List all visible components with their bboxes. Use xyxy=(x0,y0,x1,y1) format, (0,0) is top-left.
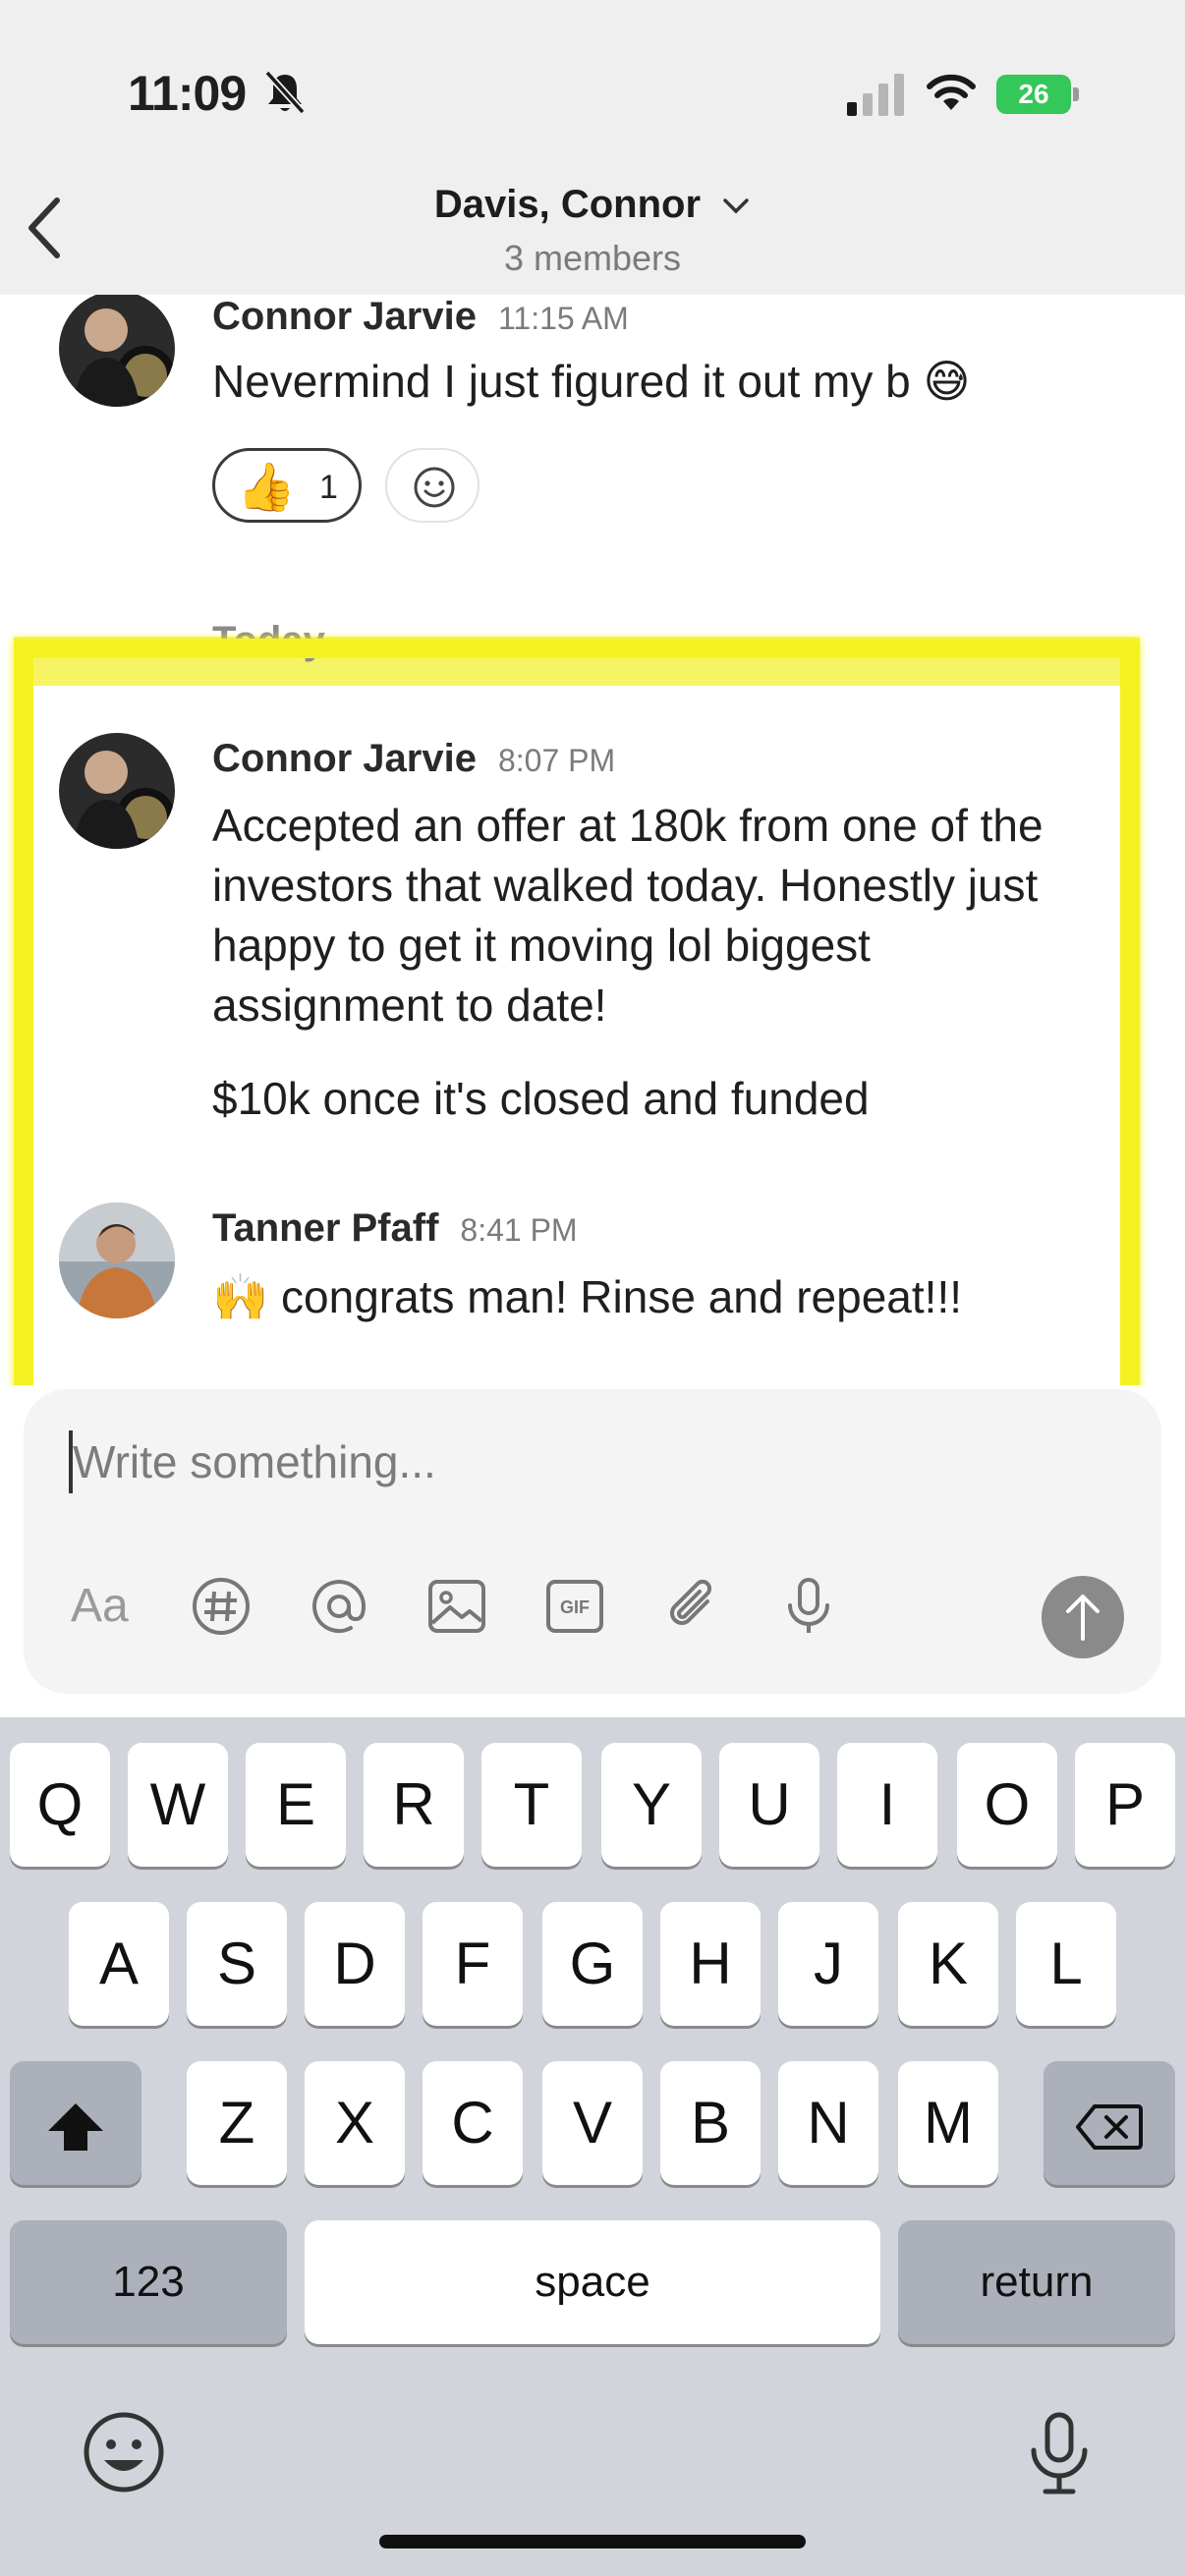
home-indicator[interactable] xyxy=(379,2535,806,2548)
key-q[interactable]: Q xyxy=(10,1743,110,1867)
message-list[interactable]: Connor Jarvie 11:15 AM Nevermind I just f… xyxy=(0,295,1185,1385)
message-text: Nevermind I just figured it out my b 😅 xyxy=(212,356,971,407)
message-text: 🙌 congrats man! Rinse and repeat!!! xyxy=(212,1271,962,1322)
gif-icon[interactable]: GIF xyxy=(540,1572,609,1641)
key-x[interactable]: X xyxy=(305,2061,405,2185)
thumbs-up-icon: 👍 xyxy=(237,462,296,514)
top-bar: 11:09 26 Davis, Connor 3 members xyxy=(0,0,1185,295)
message-text: $10k once it's closed and funded xyxy=(212,1073,870,1124)
cellular-signal-icon xyxy=(847,74,904,116)
key-d[interactable]: D xyxy=(305,1902,405,2026)
key-s[interactable]: S xyxy=(187,1902,287,2026)
message-input[interactable] xyxy=(73,1425,957,1499)
key-l[interactable]: L xyxy=(1016,1902,1116,2026)
emoji-keyboard-icon[interactable] xyxy=(83,2411,165,2493)
return-key[interactable]: return xyxy=(898,2220,1175,2344)
avatar[interactable] xyxy=(59,733,175,849)
battery-level: 26 xyxy=(996,75,1071,114)
message-time: 8:07 PM xyxy=(497,743,616,778)
image-icon[interactable] xyxy=(423,1572,491,1641)
key-j[interactable]: J xyxy=(778,1902,878,2026)
smiley-icon xyxy=(414,467,455,508)
shift-key[interactable] xyxy=(10,2061,141,2185)
key-c[interactable]: C xyxy=(423,2061,523,2185)
numbers-key[interactable]: 123 xyxy=(10,2220,287,2344)
chat-title-text: Davis, Connor xyxy=(433,183,702,226)
key-o[interactable]: O xyxy=(957,1743,1057,1867)
avatar[interactable] xyxy=(59,295,175,407)
reaction-pill[interactable]: 👍 1 xyxy=(212,448,362,523)
message-text: Accepted an offer at 180k from one of th… xyxy=(212,800,1044,1031)
key-a[interactable]: A xyxy=(69,1902,169,2026)
bell-off-icon xyxy=(264,70,306,115)
on-screen-keyboard: Q W E R T Y U I O P A S D F G H J K L Z … xyxy=(0,1717,1185,2576)
key-h[interactable]: H xyxy=(660,1902,761,2026)
highlight-band xyxy=(14,637,1140,686)
hashtag-icon[interactable] xyxy=(187,1572,255,1641)
key-f[interactable]: F xyxy=(423,1902,523,2026)
avatar[interactable] xyxy=(59,1203,175,1318)
arrow-up-icon xyxy=(1066,1595,1100,1641)
key-z[interactable]: Z xyxy=(187,2061,287,2185)
backspace-key[interactable] xyxy=(1044,2061,1175,2185)
format-button[interactable]: Aa xyxy=(71,1572,140,1641)
microphone-icon[interactable] xyxy=(774,1572,843,1641)
key-k[interactable]: K xyxy=(898,1902,998,2026)
message-sender: Connor Jarvie 11:15 AM xyxy=(212,295,629,338)
reaction-count: 1 xyxy=(319,469,338,506)
key-g[interactable]: G xyxy=(542,1902,643,2026)
message-sender: Tanner Pfaff 8:41 PM xyxy=(212,1206,578,1250)
message-sender: Connor Jarvie 8:07 PM xyxy=(212,737,616,780)
key-t[interactable]: T xyxy=(481,1743,582,1867)
key-w[interactable]: W xyxy=(128,1743,228,1867)
member-count: 3 members xyxy=(503,238,682,278)
dictation-icon[interactable] xyxy=(1018,2409,1100,2497)
date-divider: Today xyxy=(212,619,325,662)
battery-indicator: 26 xyxy=(996,75,1079,114)
key-n[interactable]: N xyxy=(778,2061,878,2185)
key-e[interactable]: E xyxy=(246,1743,346,1867)
shift-icon xyxy=(48,2103,103,2152)
status-time: 11:09 xyxy=(128,66,247,121)
message-composer[interactable]: Aa GIF xyxy=(24,1389,1161,1694)
svg-text:GIF: GIF xyxy=(560,1597,590,1617)
key-u[interactable]: U xyxy=(719,1743,819,1867)
message-time: 8:41 PM xyxy=(460,1212,578,1248)
chat-title[interactable]: Davis, Connor xyxy=(0,183,1185,227)
key-v[interactable]: V xyxy=(542,2061,643,2185)
key-i[interactable]: I xyxy=(837,1743,937,1867)
add-reaction-button[interactable] xyxy=(385,448,480,523)
key-b[interactable]: B xyxy=(660,2061,761,2185)
message-time: 11:15 AM xyxy=(497,301,629,336)
key-y[interactable]: Y xyxy=(601,1743,702,1867)
key-m[interactable]: M xyxy=(898,2061,998,2185)
send-button[interactable] xyxy=(1042,1576,1124,1658)
space-key[interactable]: space xyxy=(305,2220,880,2344)
wifi-icon xyxy=(927,74,976,110)
key-r[interactable]: R xyxy=(364,1743,464,1867)
mention-icon[interactable] xyxy=(305,1572,373,1641)
attachment-icon[interactable] xyxy=(658,1572,727,1641)
backspace-icon xyxy=(1076,2104,1143,2151)
key-p[interactable]: P xyxy=(1075,1743,1175,1867)
chevron-down-icon xyxy=(723,198,749,214)
